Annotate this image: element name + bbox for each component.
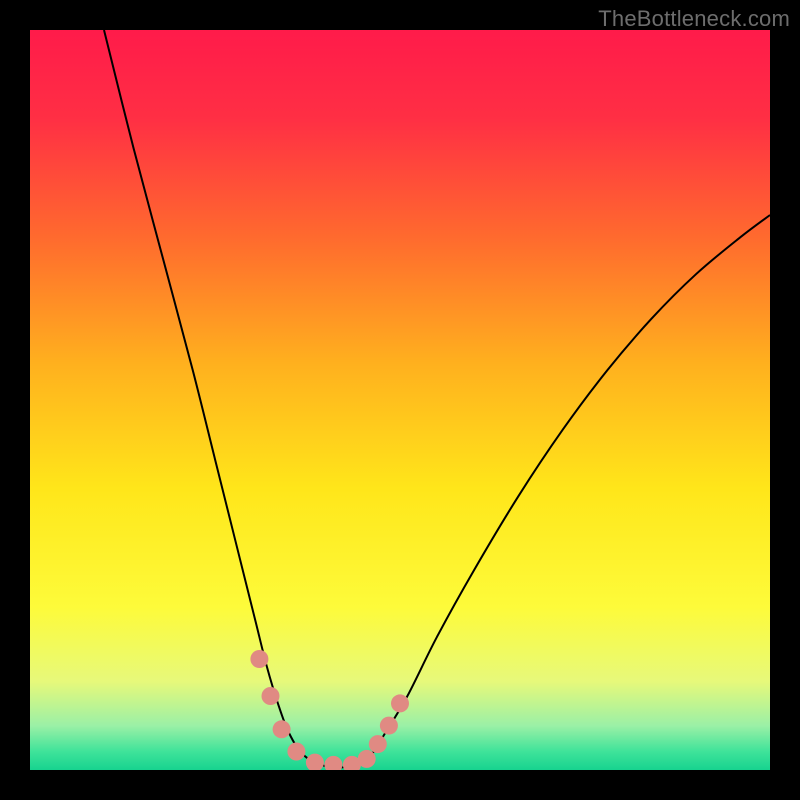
- highlight-marker: [358, 750, 376, 768]
- highlight-marker: [262, 687, 280, 705]
- chart-svg: [30, 30, 770, 770]
- highlight-marker: [273, 720, 291, 738]
- highlight-marker: [369, 735, 387, 753]
- chart-background: [30, 30, 770, 770]
- highlight-marker: [250, 650, 268, 668]
- highlight-marker: [287, 743, 305, 761]
- highlight-marker: [380, 717, 398, 735]
- watermark-text: TheBottleneck.com: [598, 6, 790, 32]
- highlight-marker: [391, 694, 409, 712]
- bottleneck-chart: [30, 30, 770, 770]
- app-frame: TheBottleneck.com: [0, 0, 800, 800]
